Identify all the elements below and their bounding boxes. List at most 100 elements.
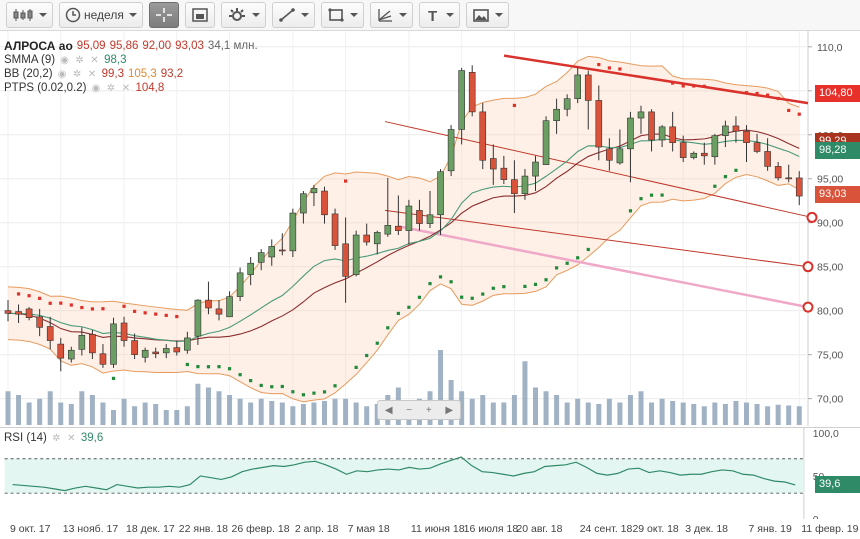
volume-bar bbox=[596, 404, 602, 425]
rsi-price-tag: 39,6 bbox=[815, 476, 860, 493]
volume-bar bbox=[58, 402, 64, 425]
fibonacci-button[interactable] bbox=[369, 2, 413, 28]
sar-dot bbox=[702, 84, 706, 88]
candle-body bbox=[563, 98, 571, 110]
volume-bar bbox=[617, 402, 623, 425]
chevron-down-icon bbox=[349, 13, 358, 17]
zoom-out-icon[interactable]: − bbox=[406, 405, 412, 416]
y-tick-label: 85,00 bbox=[817, 262, 843, 274]
sar-dot bbox=[59, 301, 63, 305]
x-tick-label: 18 дек. 17 bbox=[126, 523, 175, 535]
candle-body bbox=[500, 167, 508, 180]
volume-bar bbox=[68, 404, 74, 425]
candle-body bbox=[25, 308, 33, 318]
volume-bar bbox=[480, 395, 486, 425]
eye-icon[interactable]: ◉ bbox=[57, 69, 68, 80]
volume-bar bbox=[332, 398, 338, 425]
settings-icon[interactable]: ✲ bbox=[105, 83, 116, 94]
sar-dot bbox=[344, 179, 348, 183]
candle-body bbox=[46, 326, 54, 341]
sar-dot bbox=[386, 326, 390, 330]
candle-body bbox=[331, 213, 339, 246]
sar-dot bbox=[259, 383, 263, 388]
volume-bar bbox=[638, 391, 644, 425]
sar-dot bbox=[196, 365, 200, 369]
candle-body bbox=[690, 152, 698, 158]
volume-bar bbox=[79, 391, 85, 425]
volume-bar bbox=[121, 398, 127, 425]
candle-body bbox=[658, 126, 666, 141]
sar-dot bbox=[365, 353, 369, 358]
chart-toolbar: неделя T bbox=[0, 0, 860, 31]
eye-icon[interactable]: ◉ bbox=[90, 83, 101, 94]
volume-bar bbox=[543, 391, 549, 425]
sar-dot bbox=[438, 275, 443, 279]
sar-dot bbox=[512, 103, 516, 108]
candle-body bbox=[36, 316, 43, 328]
candle-body bbox=[226, 296, 233, 318]
zoom-in-icon[interactable]: + bbox=[426, 405, 432, 416]
x-tick-label: 2 апр. 18 bbox=[295, 523, 339, 535]
sar-dot bbox=[291, 390, 295, 394]
sar-dot bbox=[618, 67, 622, 71]
sar-dot bbox=[280, 384, 284, 389]
sar-dot bbox=[491, 286, 495, 290]
sar-dot bbox=[428, 282, 432, 286]
trend-line-handle bbox=[802, 261, 814, 273]
x-tick-label: 9 окт. 17 bbox=[10, 523, 51, 535]
sar-dot bbox=[723, 174, 727, 179]
sar-dot bbox=[681, 84, 685, 88]
volume-bar bbox=[174, 410, 180, 425]
close-icon[interactable]: ✕ bbox=[66, 433, 77, 444]
crosshair-icon bbox=[155, 8, 172, 22]
candle-body bbox=[300, 193, 307, 214]
eye-icon[interactable]: ◉ bbox=[59, 55, 70, 66]
sar-dot bbox=[481, 292, 485, 296]
candle-body bbox=[553, 108, 560, 121]
candle-type-button[interactable] bbox=[6, 2, 53, 28]
volume-bar bbox=[775, 404, 781, 425]
candle-body bbox=[732, 125, 740, 132]
sar-dot bbox=[417, 295, 422, 299]
x-tick-label: 29 окт. 18 bbox=[632, 523, 678, 535]
volume-bar bbox=[195, 383, 201, 425]
image-button[interactable] bbox=[465, 2, 509, 28]
chevron-down-icon bbox=[39, 13, 47, 17]
close-icon[interactable]: ✕ bbox=[120, 83, 131, 94]
scroll-right-icon[interactable]: ▶ bbox=[445, 405, 453, 416]
autoscale-button[interactable] bbox=[184, 2, 215, 28]
rsi-chart[interactable]: 050100,0 bbox=[0, 427, 860, 519]
sar-dot bbox=[523, 284, 527, 288]
sar-dot bbox=[797, 112, 801, 116]
indicators-button[interactable] bbox=[220, 2, 266, 28]
chevron-down-icon bbox=[251, 13, 260, 17]
close-icon[interactable]: ✕ bbox=[89, 55, 100, 66]
settings-icon[interactable]: ✲ bbox=[51, 433, 62, 444]
y-tick-label: 95,00 bbox=[817, 174, 843, 186]
text-tool-button[interactable]: T bbox=[418, 2, 460, 28]
volume-bar bbox=[585, 402, 591, 425]
shapes-button[interactable] bbox=[320, 2, 364, 28]
candle-body bbox=[310, 188, 318, 194]
x-tick-label: 26 февр. 18 bbox=[232, 523, 290, 535]
candle-body bbox=[57, 343, 65, 359]
text-icon: T bbox=[428, 8, 437, 23]
crosshair-button[interactable] bbox=[148, 2, 179, 28]
volume-bar bbox=[111, 410, 116, 425]
close-icon[interactable]: ✕ bbox=[87, 69, 98, 80]
draw-line-button[interactable] bbox=[271, 2, 315, 28]
period-select[interactable]: неделя bbox=[59, 2, 143, 28]
sar-dot bbox=[744, 91, 749, 95]
sar-dot bbox=[48, 301, 52, 305]
sar-dot bbox=[16, 292, 21, 296]
scroll-left-icon[interactable]: ◀ bbox=[385, 405, 393, 416]
sar-dot bbox=[227, 367, 232, 371]
scroll-navigator[interactable]: ◀ − + ▶ bbox=[377, 400, 461, 420]
volume-bar bbox=[322, 401, 327, 425]
sar-dot bbox=[776, 96, 780, 101]
settings-icon[interactable]: ✲ bbox=[72, 69, 83, 80]
settings-icon[interactable]: ✲ bbox=[74, 55, 85, 66]
bb-upper-value: 105,3 bbox=[127, 68, 157, 80]
candle-body bbox=[120, 322, 128, 341]
candle-body bbox=[753, 142, 761, 152]
